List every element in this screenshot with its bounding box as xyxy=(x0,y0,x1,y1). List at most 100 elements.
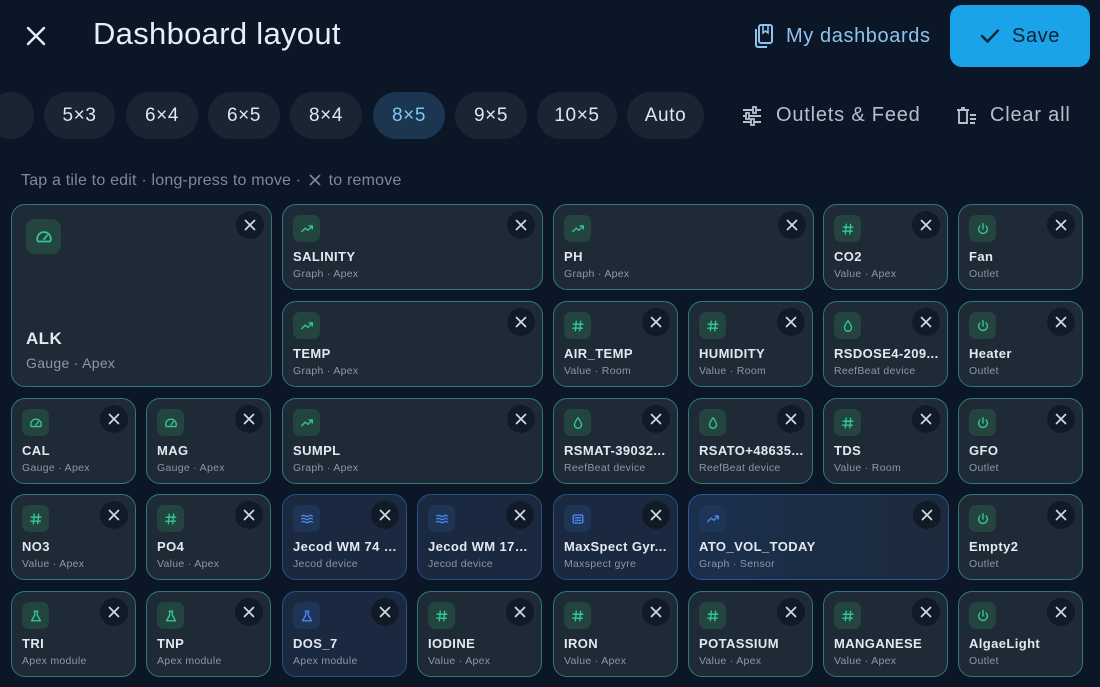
tile-subtitle: Value · Apex xyxy=(699,655,762,667)
remove-tile-button[interactable] xyxy=(1047,211,1075,239)
dashboard-tile[interactable]: IRON Value · Apex xyxy=(553,591,678,677)
remove-tile-button[interactable] xyxy=(371,598,399,626)
remove-tile-button[interactable] xyxy=(235,405,263,433)
close-button[interactable] xyxy=(18,18,54,54)
remove-x-icon xyxy=(309,174,321,186)
dashboard-tile[interactable]: CAL Gauge · Apex xyxy=(11,398,136,484)
remove-tile-button[interactable] xyxy=(100,598,128,626)
remove-tile-button[interactable] xyxy=(642,501,670,529)
remove-tile-button[interactable] xyxy=(235,598,263,626)
remove-tile-button[interactable] xyxy=(1047,598,1075,626)
dashboard-tile[interactable]: Fan Outlet xyxy=(958,204,1083,290)
dashboard-tile[interactable]: Jecod WM 74 T1 Jecod device xyxy=(282,494,407,580)
dashboard-tile[interactable]: MaxSpect Gyr... Maxspect gyre xyxy=(553,494,678,580)
dashboard-tile[interactable]: CO2 Value · Apex xyxy=(823,204,948,290)
graph-icon xyxy=(564,215,591,242)
close-icon xyxy=(1055,509,1067,521)
dashboard-tile[interactable]: PO4 Value · Apex xyxy=(146,494,271,580)
dashboard-tile[interactable]: RSMAT-39032... ReefBeat device xyxy=(553,398,678,484)
dashboard-tile[interactable]: Jecod WM 174... Jecod device xyxy=(417,494,542,580)
dashboard-tile[interactable]: GFO Outlet xyxy=(958,398,1083,484)
size-pill-8x5[interactable]: 8×5 xyxy=(373,92,445,139)
tile-subtitle: Value · Apex xyxy=(834,655,897,667)
remove-tile-button[interactable] xyxy=(506,211,535,239)
dashboard-tile[interactable]: RSATO+48635... ReefBeat device xyxy=(688,398,813,484)
dashboard-tile[interactable]: TRI Apex module xyxy=(11,591,136,677)
remove-tile-button[interactable] xyxy=(777,405,805,433)
remove-tile-button[interactable] xyxy=(642,598,670,626)
size-pill-scrolled[interactable] xyxy=(0,92,34,139)
dashboard-tile[interactable]: HUMIDITY Value · Room xyxy=(688,301,813,387)
remove-tile-button[interactable] xyxy=(1047,501,1075,529)
remove-tile-button[interactable] xyxy=(642,405,670,433)
remove-tile-button[interactable] xyxy=(912,501,941,529)
tile-name: CAL xyxy=(22,443,50,458)
dashboard-tile[interactable]: ATO_VOL_TODAY Graph · Sensor xyxy=(688,494,949,580)
remove-tile-button[interactable] xyxy=(235,501,263,529)
remove-tile-button[interactable] xyxy=(506,308,535,336)
my-dashboards-link[interactable]: My dashboards xyxy=(752,22,931,50)
size-pill-6x5[interactable]: 6×5 xyxy=(208,92,280,139)
dashboard-tile[interactable]: NO3 Value · Apex xyxy=(11,494,136,580)
dashboard-tile[interactable]: Heater Outlet xyxy=(958,301,1083,387)
size-pill-9x5[interactable]: 9×5 xyxy=(455,92,527,139)
dashboard-tile[interactable]: SUMPL Graph · Apex xyxy=(282,398,543,484)
close-icon xyxy=(786,219,797,231)
dashboard-tile[interactable]: SALINITY Graph · Apex xyxy=(282,204,543,290)
clear-all-button[interactable]: Clear all xyxy=(955,92,1071,139)
close-icon xyxy=(379,509,391,521)
dashboard-tile[interactable]: MANGANESE Value · Apex xyxy=(823,591,948,677)
tile-name: RSDOSE4-209... xyxy=(834,346,939,361)
hint-text-start: Tap a tile to edit · long-press to move … xyxy=(21,172,302,189)
size-pill-auto[interactable]: Auto xyxy=(627,92,704,139)
dashboard-tile[interactable]: RSDOSE4-209... ReefBeat device xyxy=(823,301,948,387)
remove-tile-button[interactable] xyxy=(642,308,670,336)
remove-tile-button[interactable] xyxy=(912,598,940,626)
dashboard-tile[interactable]: POTASSIUM Value · Apex xyxy=(688,591,813,677)
close-icon xyxy=(1055,413,1067,425)
remove-tile-button[interactable] xyxy=(1047,308,1075,336)
dashboard-tile[interactable]: AIR_TEMP Value · Room xyxy=(553,301,678,387)
remove-tile-button[interactable] xyxy=(371,501,399,529)
remove-tile-button[interactable] xyxy=(912,308,940,336)
dashboard-tile[interactable]: PH Graph · Apex xyxy=(553,204,814,290)
remove-tile-button[interactable] xyxy=(777,211,806,239)
tile-subtitle: Graph · Apex xyxy=(293,365,359,377)
remove-tile-button[interactable] xyxy=(912,211,940,239)
dashboard-tile[interactable]: Empty2 Outlet xyxy=(958,494,1083,580)
tile-subtitle: Gauge · Apex xyxy=(157,462,225,474)
remove-tile-button[interactable] xyxy=(1047,405,1075,433)
remove-tile-button[interactable] xyxy=(777,598,805,626)
dashboard-tile[interactable]: DOS_7 Apex module xyxy=(282,591,407,677)
close-icon xyxy=(650,606,662,618)
layout-toolbar: 5×3 6×4 6×5 8×4 8×5 9×5 10×5 Auto Outlet… xyxy=(0,92,1100,140)
size-pill-6x4[interactable]: 6×4 xyxy=(126,92,198,139)
close-icon xyxy=(920,219,932,231)
remove-tile-button[interactable] xyxy=(100,501,128,529)
dashboard-tile[interactable]: TEMP Graph · Apex xyxy=(282,301,543,387)
tile-name: MANGANESE xyxy=(834,636,923,651)
tile-subtitle: Value · Room xyxy=(564,365,632,377)
remove-tile-button[interactable] xyxy=(506,598,534,626)
dashboard-tile[interactable]: MAG Gauge · Apex xyxy=(146,398,271,484)
graph-icon xyxy=(293,409,320,436)
remove-tile-button[interactable] xyxy=(506,405,535,433)
dashboard-tile[interactable]: TDS Value · Room xyxy=(823,398,948,484)
dashboard-tile[interactable]: ALK Gauge · Apex xyxy=(11,204,272,387)
dashboard-tile[interactable]: TNP Apex module xyxy=(146,591,271,677)
outlets-feed-button[interactable]: Outlets & Feed xyxy=(741,92,921,139)
remove-tile-button[interactable] xyxy=(506,501,534,529)
hash-icon xyxy=(428,602,455,629)
remove-tile-button[interactable] xyxy=(235,211,264,239)
size-pill-8x4[interactable]: 8×4 xyxy=(290,92,362,139)
size-pill-5x3[interactable]: 5×3 xyxy=(44,92,115,139)
close-icon xyxy=(1055,219,1067,231)
remove-tile-button[interactable] xyxy=(777,308,805,336)
size-pill-10x5[interactable]: 10×5 xyxy=(537,92,617,139)
close-icon xyxy=(1055,316,1067,328)
remove-tile-button[interactable] xyxy=(100,405,128,433)
remove-tile-button[interactable] xyxy=(912,405,940,433)
dashboard-tile[interactable]: AlgaeLight Outlet xyxy=(958,591,1083,677)
dashboard-tile[interactable]: IODINE Value · Apex xyxy=(417,591,542,677)
save-button[interactable]: Save xyxy=(950,5,1090,67)
